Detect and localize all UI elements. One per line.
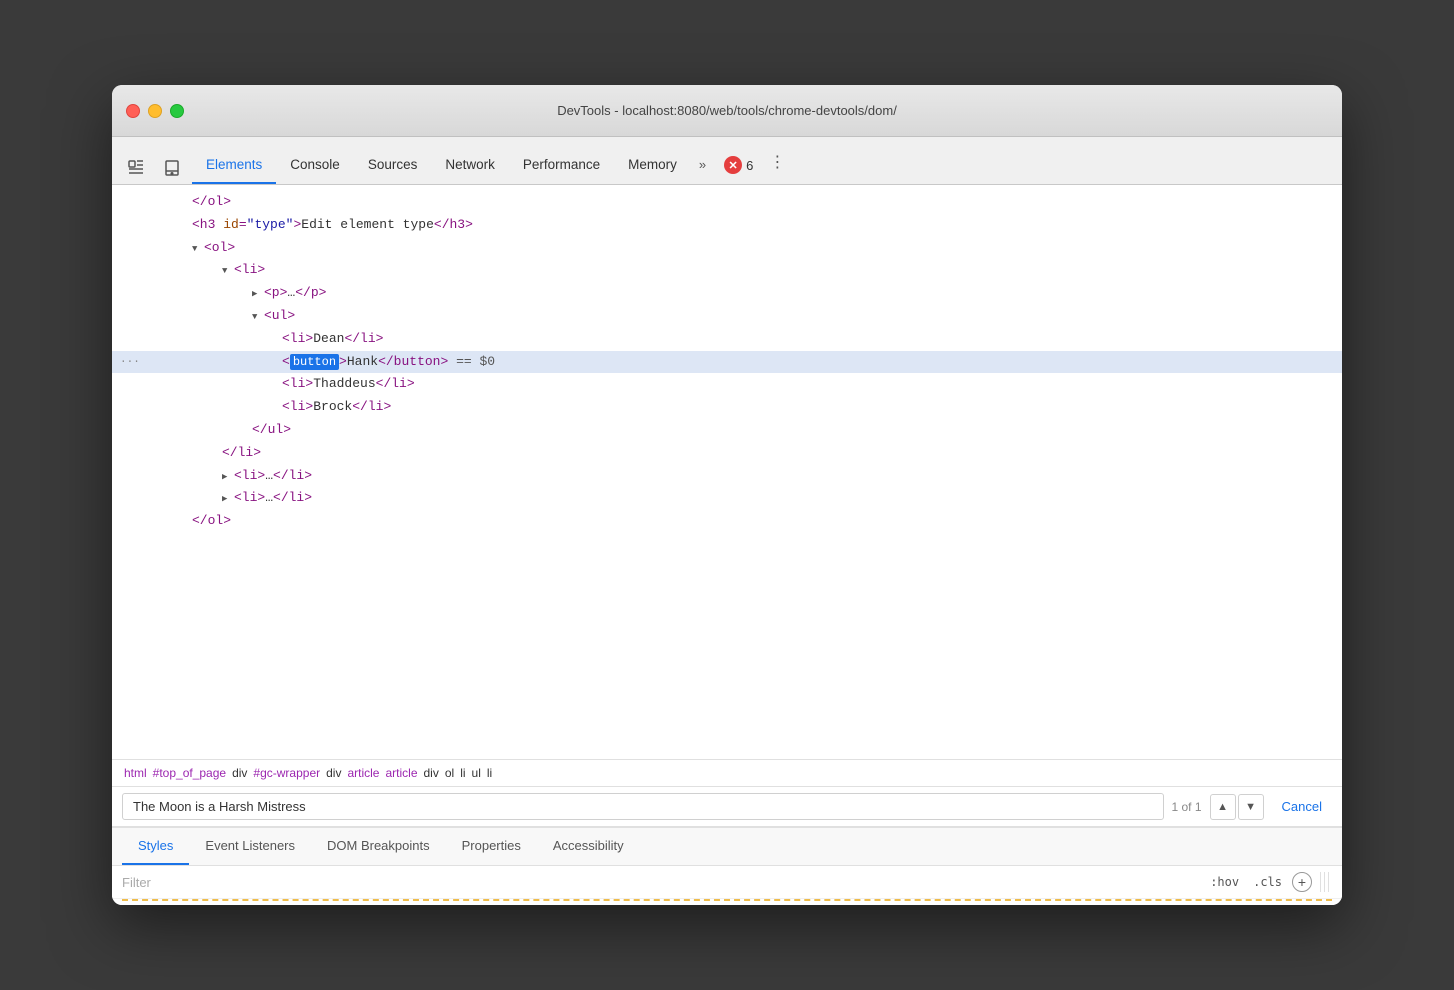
traffic-lights <box>126 104 184 118</box>
search-prev-button[interactable]: ▲ <box>1210 794 1236 820</box>
dom-line: <li>…</li> <box>112 487 1342 510</box>
breadcrumb-item[interactable]: div <box>424 766 439 780</box>
tab-elements[interactable]: Elements <box>192 137 276 184</box>
search-bar: 1 of 1 ▲ ▼ Cancel <box>112 787 1342 827</box>
tab-menu-button[interactable]: ⋮ <box>761 144 793 184</box>
dom-line: <h3 id="type">Edit element type</h3> <box>112 214 1342 237</box>
error-indicator[interactable]: ✕ 6 <box>724 156 753 184</box>
dom-line: <p>…</p> <box>112 282 1342 305</box>
inspector-icon[interactable] <box>120 152 152 184</box>
breadcrumb-item[interactable]: #top_of_page <box>153 766 226 780</box>
tab-properties[interactable]: Properties <box>446 828 537 865</box>
breadcrumb-item[interactable]: article <box>385 766 417 780</box>
triangle-icon[interactable] <box>222 488 234 509</box>
breadcrumb-item[interactable]: ul <box>472 766 481 780</box>
triangle-icon[interactable] <box>252 306 264 327</box>
search-input[interactable] <box>122 793 1164 820</box>
triangle-icon[interactable] <box>192 238 204 259</box>
title-bar: DevTools - localhost:8080/web/tools/chro… <box>112 85 1342 137</box>
dom-tree[interactable]: </ol> <h3 id="type">Edit element type</h… <box>112 185 1342 759</box>
dom-line: <li>…</li> <box>112 465 1342 488</box>
dom-line: </ul> <box>112 419 1342 442</box>
filter-input[interactable] <box>122 875 1198 890</box>
triangle-icon[interactable] <box>252 283 264 304</box>
dom-line: <li>Dean</li> <box>112 328 1342 351</box>
triangle-icon[interactable] <box>222 466 234 487</box>
tab-bar: Elements Console Sources Network Perform… <box>112 137 1342 185</box>
search-counter: 1 of 1 <box>1172 800 1202 814</box>
maximize-button[interactable] <box>170 104 184 118</box>
tab-console[interactable]: Console <box>276 137 354 184</box>
devtools-window: DevTools - localhost:8080/web/tools/chro… <box>112 85 1342 905</box>
cls-button[interactable]: .cls <box>1249 873 1286 891</box>
breadcrumb-item[interactable]: #gc-wrapper <box>253 766 320 780</box>
triangle-icon[interactable] <box>222 260 234 281</box>
breadcrumb-item[interactable]: div <box>232 766 247 780</box>
tab-memory[interactable]: Memory <box>614 137 691 184</box>
search-nav: ▲ ▼ <box>1210 794 1264 820</box>
dom-line: </ol> <box>112 510 1342 533</box>
search-cancel-button[interactable]: Cancel <box>1272 794 1332 819</box>
breadcrumb-item[interactable]: li <box>487 766 492 780</box>
panel-tabs: Styles Event Listeners DOM Breakpoints P… <box>112 828 1342 866</box>
dom-line: <li> <box>112 259 1342 282</box>
dom-line: <li>Brock</li> <box>112 396 1342 419</box>
window-title: DevTools - localhost:8080/web/tools/chro… <box>557 103 897 118</box>
breadcrumb-item[interactable]: div <box>326 766 341 780</box>
tab-more-button[interactable]: » <box>691 149 714 184</box>
hov-button[interactable]: :hov <box>1206 873 1243 891</box>
breadcrumb-item[interactable]: html <box>124 766 147 780</box>
dashed-border <box>122 899 1332 901</box>
add-style-button[interactable]: + <box>1292 872 1312 892</box>
tab-styles[interactable]: Styles <box>122 828 189 865</box>
tab-network[interactable]: Network <box>431 137 509 184</box>
dom-line: </ol> <box>112 191 1342 214</box>
filter-bar: :hov .cls + <box>112 866 1342 899</box>
minimize-button[interactable] <box>148 104 162 118</box>
dom-line: <ul> <box>112 305 1342 328</box>
device-icon[interactable] <box>156 152 188 184</box>
tab-accessibility[interactable]: Accessibility <box>537 828 640 865</box>
tab-performance[interactable]: Performance <box>509 137 614 184</box>
resize-handle[interactable] <box>1320 872 1332 892</box>
tab-dom-breakpoints[interactable]: DOM Breakpoints <box>311 828 446 865</box>
filter-actions: :hov .cls + <box>1206 872 1312 892</box>
error-count: 6 <box>746 158 753 173</box>
button-highlight: button <box>290 354 339 370</box>
dom-line: <ol> <box>112 237 1342 260</box>
breadcrumb-item[interactable]: li <box>460 766 465 780</box>
breadcrumb-item[interactable]: ol <box>445 766 454 780</box>
dom-line: </li> <box>112 442 1342 465</box>
close-button[interactable] <box>126 104 140 118</box>
breadcrumb-bar: html #top_of_page div #gc-wrapper div ar… <box>112 759 1342 787</box>
tab-sources[interactable]: Sources <box>354 137 432 184</box>
error-badge: ✕ <box>724 156 742 174</box>
search-next-button[interactable]: ▼ <box>1238 794 1264 820</box>
dom-line-selected[interactable]: ... <button>Hank</button> == $0 <box>112 351 1342 374</box>
bottom-panel: Styles Event Listeners DOM Breakpoints P… <box>112 827 1342 905</box>
tab-event-listeners[interactable]: Event Listeners <box>189 828 311 865</box>
dom-line: <li>Thaddeus</li> <box>112 373 1342 396</box>
breadcrumb-item[interactable]: article <box>347 766 379 780</box>
